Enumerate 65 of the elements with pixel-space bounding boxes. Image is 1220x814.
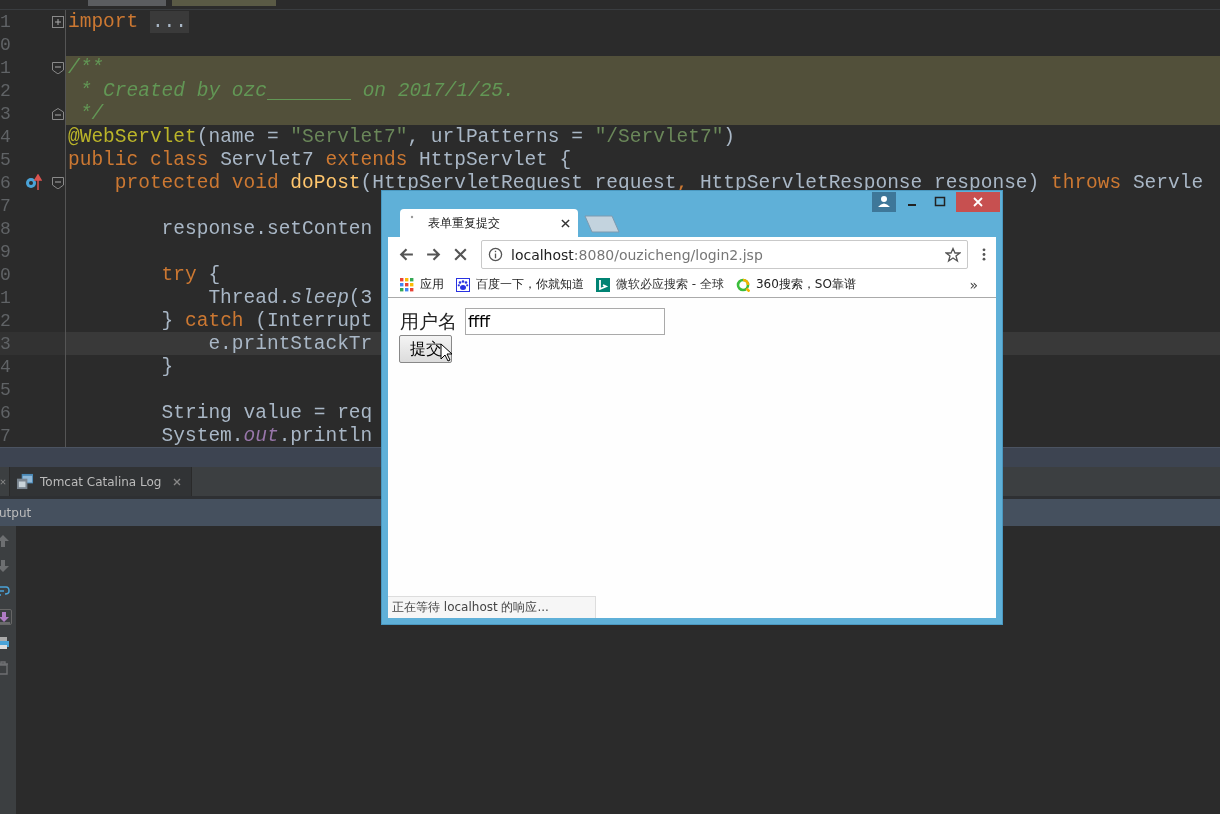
code-line: } catch (Interrupt (160, 309, 373, 332)
panel-title: utput (0, 505, 32, 520)
grid-icon (400, 277, 414, 292)
line-number: 2 (0, 80, 12, 101)
line-number: 2 (0, 310, 12, 331)
line-number: 6 (0, 172, 12, 193)
star-icon[interactable] (945, 246, 961, 263)
submit-button[interactable]: 提交 (399, 335, 452, 363)
line-number: 0 (0, 34, 12, 55)
line-number: 0 (0, 264, 12, 285)
code-line: public class Servlet7 extends HttpServlet { (68, 148, 572, 171)
line-number: 3 (0, 103, 12, 124)
scroll-to-end-icon[interactable] (0, 609, 12, 625)
fold-collapse-icon[interactable] (52, 176, 64, 189)
ring-icon (735, 277, 750, 292)
line-number: 1 (0, 11, 12, 32)
code-line: import ... (68, 10, 190, 33)
code-line: response.setConten (160, 217, 373, 240)
username-field[interactable]: ffff (465, 308, 665, 335)
status-text: 正在等待 localhost 的响应... (388, 596, 596, 618)
menu-icon[interactable] (982, 247, 986, 262)
line-number: 4 (0, 126, 12, 147)
line-number: 5 (0, 149, 12, 170)
fold-end-icon[interactable] (52, 107, 64, 120)
bookmark[interactable]: 微软必应搜索 - 全球 (596, 276, 724, 293)
code-line: try { (160, 263, 221, 286)
paw-icon (456, 277, 470, 292)
field-label: 用户名 (400, 309, 457, 334)
wrap-icon[interactable] (0, 584, 10, 598)
line-number: 1 (0, 57, 12, 78)
line-number: 5 (0, 379, 12, 400)
print-icon[interactable] (0, 636, 10, 650)
bookmark[interactable]: 应用 (400, 276, 444, 293)
back-icon[interactable] (398, 246, 415, 263)
loading-icon (410, 215, 414, 219)
code-line: @WebServlet(name = "Servlet7", urlPatterns = "/Servlet7") (68, 125, 736, 148)
override-marker-icon[interactable] (24, 174, 42, 191)
line-number: 7 (0, 195, 12, 216)
log-icon (16, 473, 34, 490)
close-icon[interactable] (561, 218, 570, 228)
b-letter-icon (596, 277, 610, 292)
line-number: 7 (0, 425, 12, 446)
line-number: 4 (0, 356, 12, 377)
code-line: String value = req (160, 401, 373, 424)
code-line: System.out.println (160, 424, 373, 447)
code-line: } (160, 355, 174, 378)
browser-tab[interactable]: 表单重复提交 (400, 209, 578, 237)
url-text: localhost:8080/ouzicheng/login2.jsp (511, 246, 764, 263)
forward-icon[interactable] (425, 246, 442, 263)
bookmark[interactable]: 360搜索，SO靠谱 (735, 276, 856, 293)
fold-collapse-icon[interactable] (52, 61, 64, 74)
fold-expand-icon[interactable] (52, 15, 64, 28)
mouse-cursor-icon (440, 343, 452, 362)
address-bar[interactable]: localhost:8080/ouzicheng/login2.jsp (481, 240, 968, 269)
bookmark[interactable]: 百度一下，你就知道 (456, 276, 584, 293)
code-line: Thread.sleep(3 (207, 286, 373, 309)
stop-icon[interactable] (452, 246, 469, 263)
info-icon[interactable] (488, 247, 503, 262)
more-bookmarks-button[interactable]: » (969, 276, 990, 293)
user-icon[interactable] (872, 192, 896, 212)
line-number: 1 (0, 287, 12, 308)
panel-tab[interactable]: Tomcat Catalina Log (9, 467, 193, 496)
line-number: 6 (0, 402, 12, 423)
line-number: 9 (0, 241, 12, 262)
line-number: 8 (0, 218, 12, 239)
